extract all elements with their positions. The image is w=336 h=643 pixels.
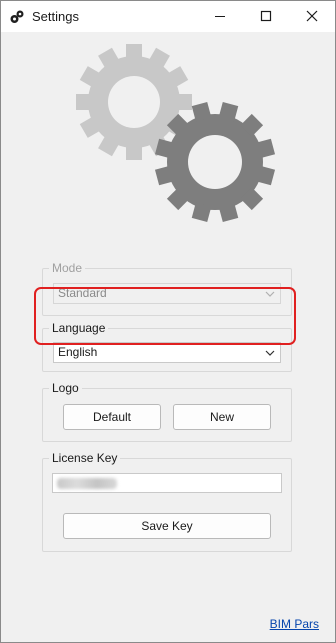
gears-icon [10, 10, 24, 23]
new-logo-button[interactable]: New [173, 404, 271, 430]
license-key-value-redacted [57, 478, 117, 489]
window-title: Settings [32, 9, 79, 24]
license-key-input[interactable] [52, 473, 282, 493]
maximize-icon [260, 10, 272, 22]
bim-pars-link[interactable]: BIM Pars [270, 617, 319, 631]
close-button[interactable] [289, 1, 335, 32]
minimize-button[interactable] [197, 1, 243, 32]
close-icon [306, 10, 318, 22]
default-logo-button[interactable]: Default [63, 404, 161, 430]
language-highlight-box [34, 287, 296, 345]
logo-group: Logo Default New [42, 381, 292, 442]
save-key-button[interactable]: Save Key [63, 513, 271, 539]
language-select[interactable]: English [53, 342, 281, 363]
mode-label: Mode [49, 261, 86, 275]
license-key-group: License Key Save Key [42, 451, 292, 552]
title-bar: Settings [1, 1, 335, 32]
license-key-label: License Key [49, 451, 121, 465]
maximize-button[interactable] [243, 1, 289, 32]
minimize-icon [215, 16, 225, 17]
language-value: English [58, 345, 98, 359]
logo-label: Logo [49, 381, 82, 395]
gears-illustration-icon [76, 44, 276, 223]
chevron-down-icon [265, 350, 275, 356]
